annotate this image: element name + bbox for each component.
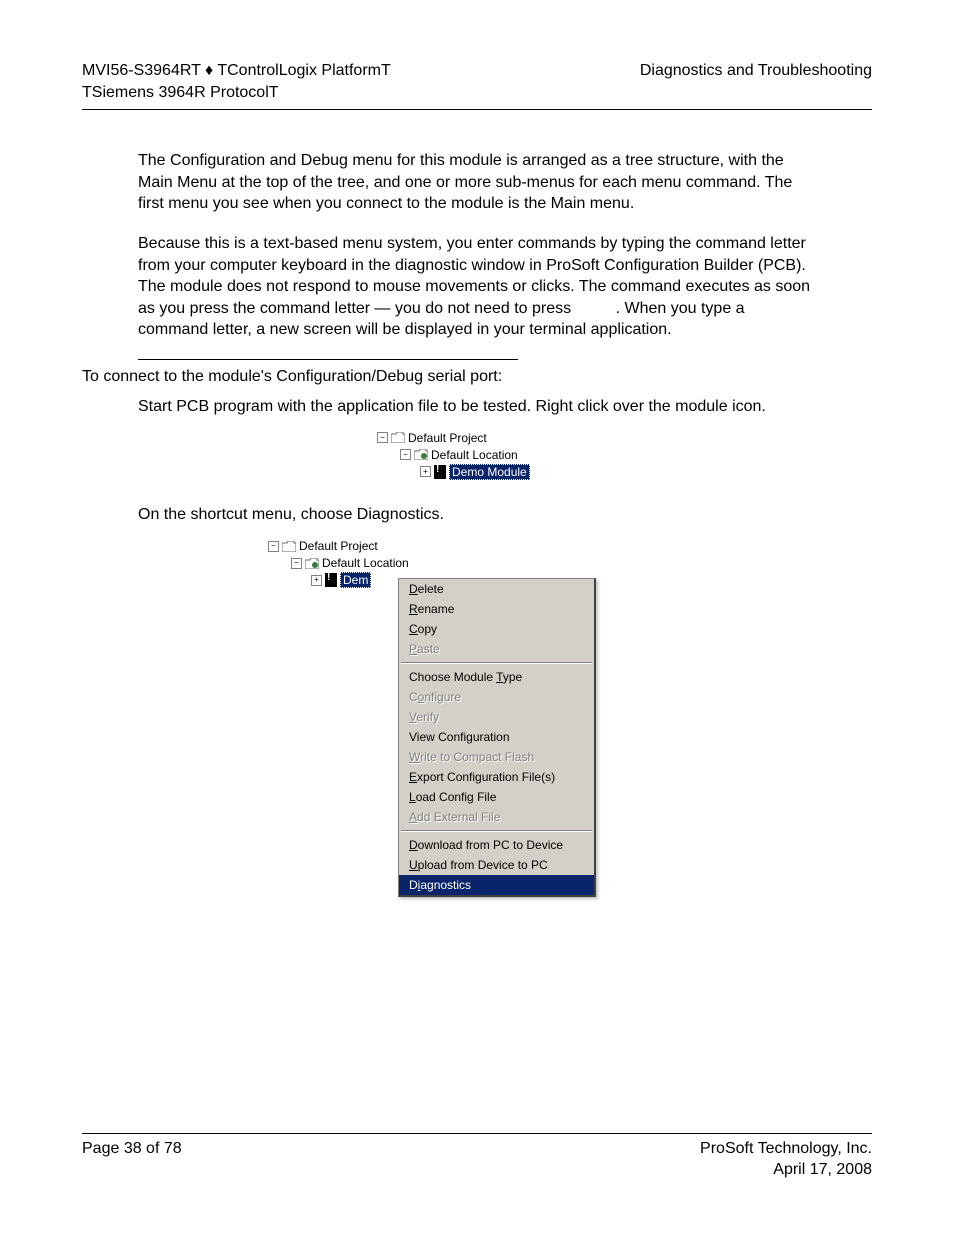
connect-instruction: To connect to the module's Configuration…	[82, 366, 816, 388]
folder-icon	[391, 432, 405, 443]
menu-item-delete-tail: elete	[418, 582, 444, 596]
page-header: MVI56-S3964RT ♦ TControlLogix PlatformT …	[82, 60, 872, 110]
menu-item-download[interactable]: Download from PC to Device	[399, 835, 594, 855]
menu-separator	[401, 662, 592, 664]
module-alert-icon	[434, 465, 446, 479]
collapse-icon[interactable]	[291, 558, 302, 569]
tree2-location-row[interactable]: Default Location	[268, 555, 816, 572]
context-menu: Delete Rename Copy Paste Choose Module T…	[398, 578, 596, 897]
step-2: On the shortcut menu, choose Diagnostics…	[138, 504, 816, 526]
folder-globe-icon	[414, 449, 428, 460]
footer-left: Page 38 of 78	[82, 1138, 182, 1181]
folder-icon	[282, 541, 296, 552]
menu-item-paste: Paste	[399, 639, 594, 659]
tree1-project-label: Default Project	[408, 431, 487, 445]
menu-item-diagnostics[interactable]: Diagnostics	[399, 875, 594, 895]
menu-item-view-config[interactable]: View Configuration	[399, 727, 594, 747]
menu-item-copy[interactable]: Copy	[399, 619, 594, 639]
menu-item-configure: Configure	[399, 687, 594, 707]
menu-item-delete[interactable]: Delete	[399, 579, 594, 599]
tree2-project-label: Default Project	[299, 539, 378, 553]
expand-icon[interactable]	[311, 575, 322, 586]
paragraph-intro: The Configuration and Debug menu for thi…	[138, 150, 816, 215]
tree1-module-label: Demo Module	[449, 464, 530, 480]
menu-item-copy-tail: opy	[418, 622, 437, 636]
header-right: Diagnostics and Troubleshooting	[640, 60, 872, 103]
footer-right-line1: ProSoft Technology, Inc.	[700, 1138, 872, 1160]
menu-item-rename[interactable]: Rename	[399, 599, 594, 619]
collapse-icon[interactable]	[400, 449, 411, 460]
footer-right: ProSoft Technology, Inc. April 17, 2008	[700, 1138, 872, 1181]
menu-item-upload[interactable]: Upload from Device to PC	[399, 855, 594, 875]
menu-item-export-cfg[interactable]: Export Configuration File(s)	[399, 767, 594, 787]
paragraph-text-menu: Because this is a text-based menu system…	[138, 233, 816, 341]
menu-item-load-cfg[interactable]: Load Config File	[399, 787, 594, 807]
menu-separator	[401, 830, 592, 832]
expand-icon[interactable]	[420, 466, 431, 477]
collapse-icon[interactable]	[268, 541, 279, 552]
module-alert-icon	[325, 573, 337, 587]
page-footer: Page 38 of 78 ProSoft Technology, Inc. A…	[82, 1133, 872, 1181]
footer-right-line2: April 17, 2008	[700, 1159, 872, 1181]
content-area: The Configuration and Debug menu for thi…	[138, 150, 816, 918]
menu-item-rename-tail: ename	[418, 602, 455, 616]
collapse-icon[interactable]	[377, 432, 388, 443]
manual-page: MVI56-S3964RT ♦ TControlLogix PlatformT …	[0, 0, 954, 1235]
tree2-module-label: Dem	[340, 572, 371, 588]
tree2-project-row[interactable]: Default Project	[268, 538, 816, 555]
tree-view-1: Default Project Default Location Demo Mo…	[377, 429, 577, 480]
header-left-line1: MVI56-S3964RT ♦ TControlLogix PlatformT	[82, 60, 391, 82]
menu-item-verify: Verify	[399, 707, 594, 727]
tree1-project-row[interactable]: Default Project	[377, 429, 577, 446]
menu-item-add-ext: Add External File	[399, 807, 594, 827]
tree1-module-row[interactable]: Demo Module	[377, 463, 577, 480]
folder-globe-icon	[305, 558, 319, 569]
menu-item-paste-tail: aste	[417, 642, 440, 656]
tree1-location-label: Default Location	[431, 448, 518, 462]
menu-item-write-cf: Write to Compact Flash	[399, 747, 594, 767]
header-left-line2: TSiemens 3964R ProtocolT	[82, 82, 391, 104]
tree1-location-row[interactable]: Default Location	[377, 446, 577, 463]
menu-item-choose-type[interactable]: Choose Module Type	[399, 667, 594, 687]
section-divider	[138, 359, 518, 360]
step-1: Start PCB program with the application f…	[138, 396, 816, 418]
tree-view-2-with-menu: Default Project Default Location Dem Del…	[268, 538, 816, 918]
header-left: MVI56-S3964RT ♦ TControlLogix PlatformT …	[82, 60, 391, 103]
paragraph-text-menu-gap	[576, 300, 612, 317]
tree2-location-label: Default Location	[322, 556, 409, 570]
